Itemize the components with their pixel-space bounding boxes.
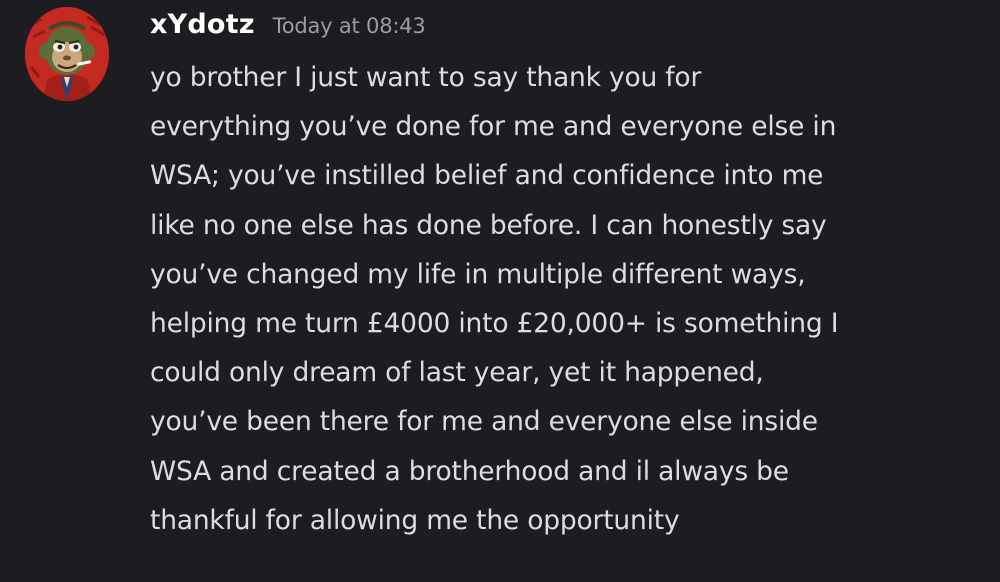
message-content: yo brother I just want to say thank you … bbox=[150, 53, 975, 545]
message-line: WSA; you’ve instilled belief and confide… bbox=[150, 160, 824, 192]
message-line: thankful for allowing me the opportunity bbox=[150, 504, 680, 536]
message-line: could only dream of last year, yet it ha… bbox=[150, 357, 764, 389]
message-line: helping me turn £4000 into £20,000+ is s… bbox=[150, 308, 839, 340]
user-avatar[interactable] bbox=[25, 7, 109, 101]
message-line: everything you’ve done for me and everyo… bbox=[150, 111, 837, 143]
message-line: yo brother I just want to say thank you … bbox=[150, 62, 702, 93]
message-line: you’ve changed my life in multiple diffe… bbox=[150, 258, 806, 290]
message-line: WSA and created a brotherhood and il alw… bbox=[150, 455, 789, 487]
message-line: like no one else has done before. I can … bbox=[150, 209, 827, 241]
message-timestamp: Today at 08:43 bbox=[272, 14, 426, 38]
ape-avatar-icon bbox=[25, 7, 109, 101]
message-header: xYdotz Today at 08:43 bbox=[150, 9, 426, 49]
chat-message: xYdotz Today at 08:43 yo brother I just … bbox=[0, 0, 1000, 582]
message-line: you’ve been there for me and everyone el… bbox=[150, 406, 818, 438]
username[interactable]: xYdotz bbox=[150, 9, 255, 40]
